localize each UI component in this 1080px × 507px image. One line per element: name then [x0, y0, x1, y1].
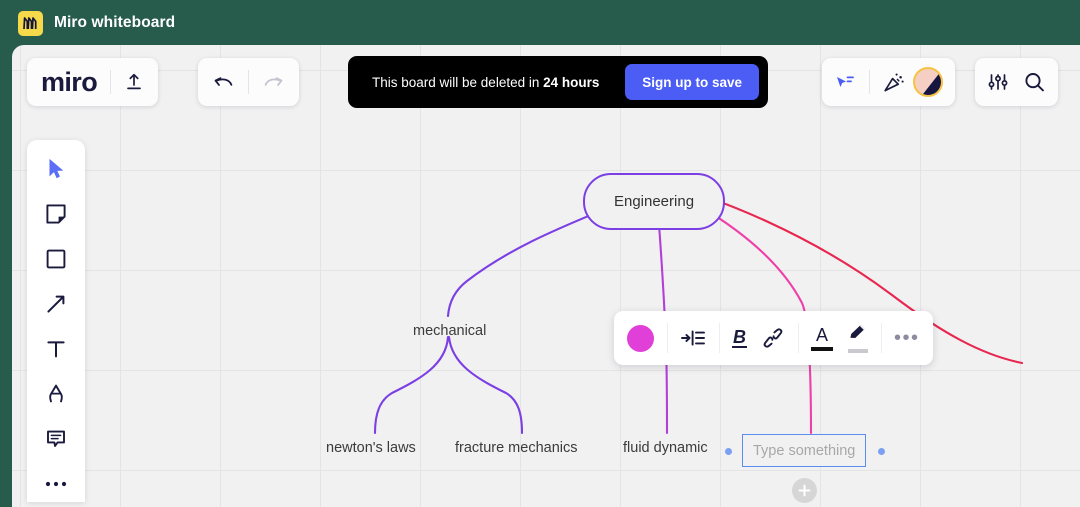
letter-a-icon: A	[815, 324, 828, 345]
board-canvas[interactable]: Engineering mechanical newton's laws fra…	[12, 45, 1080, 507]
undo-arrow-icon[interactable]	[213, 72, 235, 92]
format-group-color	[614, 311, 667, 365]
divider	[110, 70, 112, 94]
select-tool[interactable]	[36, 154, 76, 184]
divider	[869, 70, 870, 94]
banner-message-highlight: 24 hours	[543, 74, 600, 90]
confetti-icon[interactable]	[883, 72, 905, 93]
signup-to-save-button[interactable]: Sign up to save	[625, 64, 759, 100]
mindmap-node-newtons-laws[interactable]: newton's laws	[326, 440, 416, 456]
node-expand-dot[interactable]	[725, 448, 732, 455]
board-deletion-banner: This board will be deleted in 24 hours S…	[348, 56, 768, 108]
miro-wordmark[interactable]: miro	[41, 67, 98, 98]
window-title: Miro whiteboard	[54, 14, 176, 31]
board-settings-panel	[975, 58, 1058, 106]
upload-icon[interactable]	[124, 72, 144, 92]
banner-message: This board will be deleted in 24 hours	[372, 75, 625, 90]
more-format-options-button[interactable]: •••	[894, 328, 920, 348]
pencil-icon	[847, 323, 868, 346]
format-group-more: •••	[881, 311, 933, 365]
link-chain-icon[interactable]	[761, 327, 785, 349]
collaboration-panel	[822, 58, 955, 106]
indent-icon[interactable]	[680, 328, 706, 348]
format-group-text: B	[719, 311, 798, 365]
format-group-layout	[667, 311, 719, 365]
add-node-button[interactable]	[792, 478, 817, 503]
new-node-expand-dot[interactable]	[878, 448, 885, 455]
connector-tool[interactable]	[36, 289, 76, 319]
mindmap-root-node[interactable]: Engineering	[583, 173, 725, 230]
mindmap-node-fracture-mechanics[interactable]: fracture mechanics	[455, 440, 578, 456]
node-label: fracture mechanics	[455, 440, 578, 456]
window-titlebar: Miro whiteboard	[0, 0, 1080, 46]
cursor-share-icon[interactable]	[834, 72, 856, 92]
text-format-toolbar: B A •••	[614, 311, 933, 365]
highlight-color-button[interactable]	[847, 323, 868, 353]
user-avatar[interactable]	[913, 67, 943, 97]
bold-button[interactable]: B	[732, 327, 747, 349]
sticky-note-tool[interactable]	[36, 199, 76, 229]
new-node-input[interactable]: Type something	[742, 434, 866, 467]
history-panel	[198, 58, 299, 106]
new-node-placeholder: Type something	[753, 442, 856, 459]
text-color-indicator	[811, 346, 833, 351]
redo-arrow-icon[interactable]	[262, 72, 284, 92]
root-node-label: Engineering	[613, 193, 695, 210]
mindmap-connectors	[373, 181, 1024, 435]
mindmap-node-mechanical[interactable]: mechanical	[413, 323, 486, 339]
pen-nib-icon[interactable]	[36, 379, 76, 409]
search-icon[interactable]	[1023, 71, 1046, 93]
format-group-colors: A	[798, 311, 881, 365]
more-tools-ellipsis-icon[interactable]	[36, 469, 76, 499]
miro-logo-icon	[18, 10, 43, 36]
sliders-icon[interactable]	[987, 72, 1009, 92]
banner-message-prefix: This board will be deleted in	[372, 74, 544, 90]
divider	[248, 70, 249, 94]
text-tool[interactable]	[36, 334, 76, 364]
comment-tool[interactable]	[36, 424, 76, 454]
highlight-color-indicator	[847, 349, 868, 353]
left-tool-rail	[27, 140, 85, 502]
shapes-tool[interactable]	[36, 244, 76, 274]
fill-color-swatch[interactable]	[627, 324, 654, 352]
mindmap-node-fluid-dynamic[interactable]: fluid dynamic	[623, 440, 708, 456]
node-label: fluid dynamic	[623, 440, 708, 456]
miro-logo-panel: miro	[27, 58, 159, 106]
text-color-button[interactable]: A	[811, 326, 833, 351]
node-label: mechanical	[413, 323, 487, 339]
node-label: newton's laws	[326, 440, 416, 456]
